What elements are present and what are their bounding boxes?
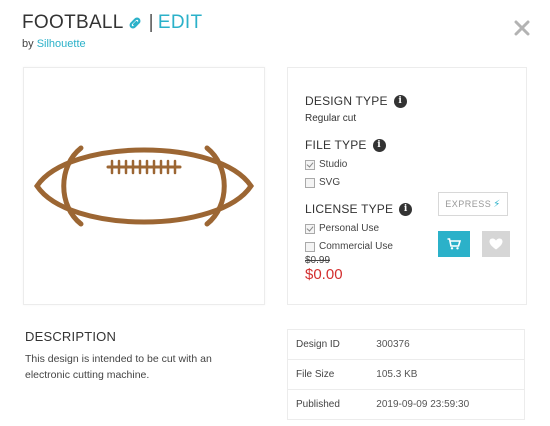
link-icon[interactable] — [127, 15, 143, 31]
add-to-cart-button[interactable] — [438, 231, 470, 257]
checkbox-checked[interactable] — [305, 159, 315, 170]
byline: by Silhouette — [22, 38, 86, 50]
page-title: FOOTBALL | EDIT — [22, 12, 202, 34]
option-label: SVG — [319, 177, 341, 188]
title-separator: | — [148, 12, 154, 33]
table-row: Published 2019-09-09 23:59:30 — [288, 390, 525, 420]
file-type-label: FILE TYPE — [305, 138, 367, 152]
detail-value: 2019-09-09 23:59:30 — [376, 399, 470, 410]
byline-prefix: by — [22, 38, 34, 50]
info-icon[interactable]: i — [399, 202, 413, 216]
info-icon[interactable]: i — [372, 138, 386, 152]
express-button[interactable]: EXPRESS ⚡ — [438, 192, 508, 216]
close-icon[interactable] — [514, 20, 530, 36]
design-preview — [23, 67, 265, 305]
original-price: $0.99 — [305, 255, 331, 266]
option-label: Studio — [319, 159, 348, 170]
football-image — [34, 145, 254, 227]
license-type-heading: LICENSE TYPE i — [305, 202, 413, 216]
detail-value: 105.3 KB — [368, 359, 525, 390]
file-type-heading: FILE TYPE i — [305, 138, 386, 152]
current-price: $0.00 — [305, 266, 343, 283]
license-option-personal[interactable]: Personal Use — [305, 223, 379, 234]
purchase-panel: DESIGN TYPE i Regular cut FILE TYPE i St… — [287, 67, 527, 305]
express-label: EXPRESS — [445, 199, 492, 209]
info-icon[interactable]: i — [393, 94, 407, 108]
design-type-value: Regular cut — [305, 113, 357, 124]
description-text: This design is intended to be cut with a… — [25, 353, 212, 381]
design-details-table: Design ID 300376 File Size 105.3 KB Publ… — [287, 329, 525, 420]
option-label: Personal Use — [319, 223, 380, 234]
author-link[interactable]: Silhouette — [37, 38, 86, 50]
detail-label: Published — [296, 399, 340, 410]
lightning-icon: ⚡ — [493, 198, 501, 210]
file-type-option-svg[interactable]: SVG — [305, 177, 340, 188]
heart-icon — [489, 238, 503, 250]
checkbox-checked[interactable] — [305, 223, 315, 234]
design-type-heading: DESIGN TYPE i — [305, 94, 407, 108]
design-title: FOOTBALL — [22, 12, 124, 33]
cart-icon — [447, 238, 461, 250]
license-type-label: LICENSE TYPE — [305, 202, 394, 216]
detail-label: Design ID — [287, 329, 369, 360]
option-label: Commercial Use — [319, 241, 393, 252]
detail-label: File Size — [287, 359, 369, 390]
license-option-commercial[interactable]: Commercial Use — [305, 241, 393, 252]
description-heading: DESCRIPTION — [25, 329, 117, 344]
favorite-button[interactable] — [482, 231, 510, 257]
file-type-option-studio[interactable]: Studio — [305, 159, 347, 170]
design-type-label: DESIGN TYPE — [305, 94, 388, 108]
checkbox[interactable] — [305, 241, 315, 252]
edit-link[interactable]: EDIT — [158, 12, 202, 34]
detail-value: 300376 — [368, 329, 525, 360]
table-row: File Size 105.3 KB — [287, 359, 525, 390]
checkbox[interactable] — [305, 177, 315, 188]
table-row: Design ID 300376 — [287, 329, 525, 360]
